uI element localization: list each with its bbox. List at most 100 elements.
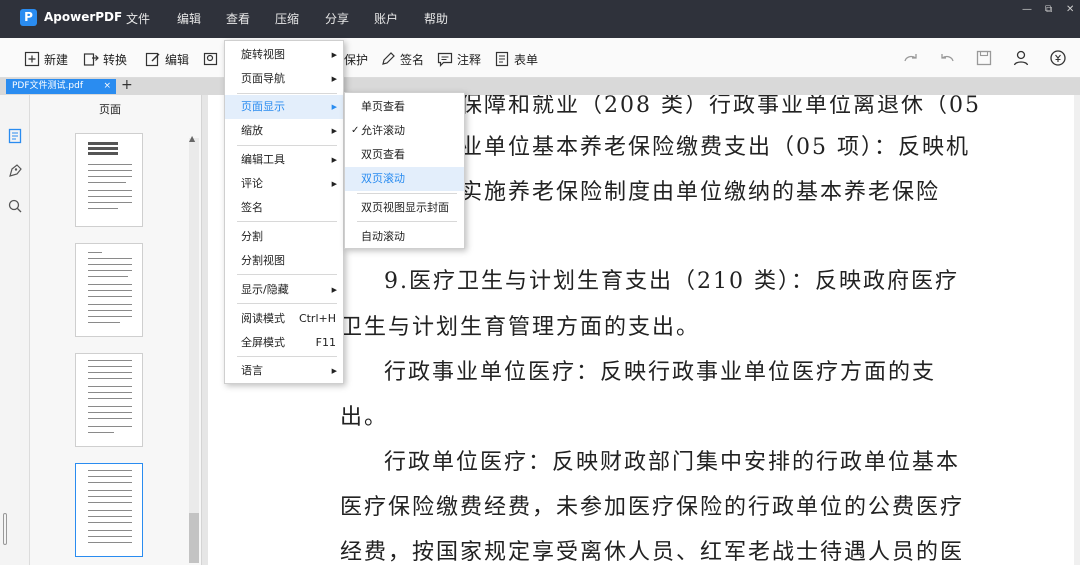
doc-line: 实施养老保险制度由单位缴纳的基本养老保险 <box>460 180 941 205</box>
menu-item-split-view[interactable]: 分割视图 <box>225 249 343 273</box>
toolbar: 新建 转换 编辑 保护 签名 注释 表单 <box>0 38 1080 78</box>
menu-separator <box>237 93 337 94</box>
menu-item-page-navigation[interactable]: 页面导航 ▶ <box>225 67 343 91</box>
form-label: 表单 <box>514 52 539 67</box>
plus-square-icon <box>24 51 40 67</box>
menu-item-page-display[interactable]: 页面显示 ▶ <box>225 95 343 119</box>
doc-line: 保障和就业（208 类）行政事业单位离退休（05 <box>460 95 981 118</box>
undo-icon[interactable] <box>938 49 956 67</box>
submenu-item-two-page-scroll[interactable]: 双页滚动 <box>345 167 464 191</box>
menu-item-show-hide[interactable]: 显示/隐藏 ▶ <box>225 278 343 302</box>
add-tab-button[interactable]: + <box>121 77 133 93</box>
rail-slider[interactable] <box>3 513 7 545</box>
pen-icon <box>382 52 395 65</box>
convert-icon <box>83 53 99 66</box>
comment-label: 注释 <box>457 52 482 67</box>
magnifier-page-icon <box>203 52 218 66</box>
doc-line: 经费，按国家规定享受离休人员、红军老战士待遇人员的医 <box>340 540 965 565</box>
menu-item-full-screen[interactable]: 全屏模式 F11 <box>225 331 343 355</box>
menu-separator <box>357 221 457 222</box>
doc-line: 医疗保险缴费经费，未参加医疗保险的行政单位的公费医疗 <box>340 495 965 520</box>
submenu-item-allow-scroll[interactable]: ✓ 允许滚动 <box>345 119 464 143</box>
menu-edit[interactable]: 编辑 <box>177 10 201 27</box>
submenu-item-auto-scroll[interactable]: 自动滚动 <box>345 225 464 249</box>
left-rail <box>0 95 30 565</box>
sign-label: 签名 <box>400 52 425 67</box>
doc-line: 行政单位医疗：反映财政部门集中安排的行政单位基本 <box>384 450 961 475</box>
doc-line: 业单位基本养老保险缴费支出（05 项）：反映机 <box>460 135 970 160</box>
checkmark-icon: ✓ <box>351 125 360 136</box>
page-thumbnail[interactable] <box>75 243 143 337</box>
menu-share[interactable]: 分享 <box>325 10 349 27</box>
new-label: 新建 <box>44 52 69 67</box>
scroll-up-arrow-icon[interactable]: ▲ <box>189 134 195 143</box>
menu-item-edit-tools[interactable]: 编辑工具 ▶ <box>225 148 343 172</box>
minimize-button[interactable]: — <box>1022 4 1032 15</box>
menu-item-language[interactable]: 语言 ▶ <box>225 359 343 383</box>
menu-account[interactable]: 账户 <box>374 10 398 27</box>
convert-button[interactable]: 转换 <box>83 50 127 68</box>
tab-bar: PDF文件测试.pdf × + <box>0 77 1080 95</box>
menu-separator <box>237 303 337 304</box>
menu-compress[interactable]: 压缩 <box>275 10 299 27</box>
submenu-item-two-page-cover[interactable]: 双页视图显示封面 <box>345 196 464 220</box>
page-thumbnail-selected[interactable] <box>75 463 143 557</box>
restore-button[interactable]: ⧉ <box>1045 4 1052 15</box>
thumbnail-scroll-thumb[interactable] <box>189 513 199 563</box>
menu-item-reading-mode[interactable]: 阅读模式 Ctrl+H <box>225 307 343 331</box>
document-tab-label: PDF文件测试.pdf <box>12 81 83 91</box>
menu-file[interactable]: 文件 <box>126 10 150 27</box>
close-tab-icon[interactable]: × <box>103 79 111 94</box>
view-tool-button[interactable] <box>203 50 219 68</box>
close-window-button[interactable]: ✕ <box>1066 4 1074 15</box>
panel-title: 页面 <box>99 103 121 116</box>
menu-help[interactable]: 帮助 <box>424 10 448 27</box>
menu-separator <box>237 356 337 357</box>
submenu-item-two-page[interactable]: 双页查看 <box>345 143 464 167</box>
menu-view[interactable]: 查看 <box>226 10 250 27</box>
menu-item-rotate-view[interactable]: 旋转视图 ▶ <box>225 43 343 67</box>
user-icon[interactable] <box>1012 49 1030 67</box>
submenu-item-single-page[interactable]: 单页查看 <box>345 95 464 119</box>
sign-button[interactable]: 签名 <box>380 50 424 68</box>
app-logo-icon: P <box>20 9 37 26</box>
redo-icon[interactable] <box>902 49 920 67</box>
menu-item-signature[interactable]: 签名 <box>225 196 343 220</box>
edit-button[interactable]: 编辑 <box>145 50 189 68</box>
edit-icon <box>145 52 160 67</box>
title-bar: P ApowerPDF 文件 编辑 查看 压缩 分享 账户 帮助 — ⧉ ✕ <box>0 0 1080 38</box>
bookmark-icon[interactable] <box>7 163 23 179</box>
thumbnail-scrollbar[interactable] <box>189 138 199 563</box>
view-menu: 旋转视图 ▶ 页面导航 ▶ 页面显示 ▶ 缩放 ▶ 编辑工具 ▶ 评论 ▶ 签名 分割 分割… <box>224 40 344 384</box>
menu-item-comment[interactable]: 评论 ▶ <box>225 172 343 196</box>
menu-separator <box>237 221 337 222</box>
edit-label: 编辑 <box>165 52 190 67</box>
doc-line: 卫生与计划生育管理方面的支出。 <box>340 315 701 340</box>
menu-item-zoom[interactable]: 缩放 ▶ <box>225 119 343 143</box>
doc-line: 行政事业单位医疗：反映行政事业单位医疗方面的支 <box>384 360 937 385</box>
protect-label: 保护 <box>344 52 369 67</box>
comment-button[interactable]: 注释 <box>437 50 481 68</box>
doc-line: 9.医疗卫生与计划生育支出（210 类）：反映政府医疗 <box>384 269 959 294</box>
menu-separator <box>237 145 337 146</box>
new-button[interactable]: 新建 <box>24 50 68 68</box>
page-thumbnail[interactable] <box>75 133 143 227</box>
page-thumbnail[interactable] <box>75 353 143 447</box>
currency-icon[interactable] <box>1049 49 1067 67</box>
menu-separator <box>237 274 337 275</box>
document-tab[interactable]: PDF文件测试.pdf × <box>6 79 116 94</box>
app-name: ApowerPDF <box>44 10 123 24</box>
form-icon <box>495 51 509 67</box>
page-display-submenu: 单页查看 ✓ 允许滚动 双页查看 双页滚动 双页视图显示封面 自动滚动 <box>344 92 465 249</box>
convert-label: 转换 <box>103 52 128 67</box>
protect-button[interactable]: 保护 <box>344 50 368 68</box>
save-icon[interactable] <box>975 49 993 67</box>
comment-icon <box>437 52 453 67</box>
menu-item-split[interactable]: 分割 <box>225 225 343 249</box>
search-icon[interactable] <box>7 198 23 214</box>
menu-separator <box>357 193 457 194</box>
pages-icon[interactable] <box>7 128 23 144</box>
document-scrollbar[interactable] <box>1074 95 1080 565</box>
doc-line: 出。 <box>340 405 389 430</box>
form-button[interactable]: 表单 <box>494 50 538 68</box>
